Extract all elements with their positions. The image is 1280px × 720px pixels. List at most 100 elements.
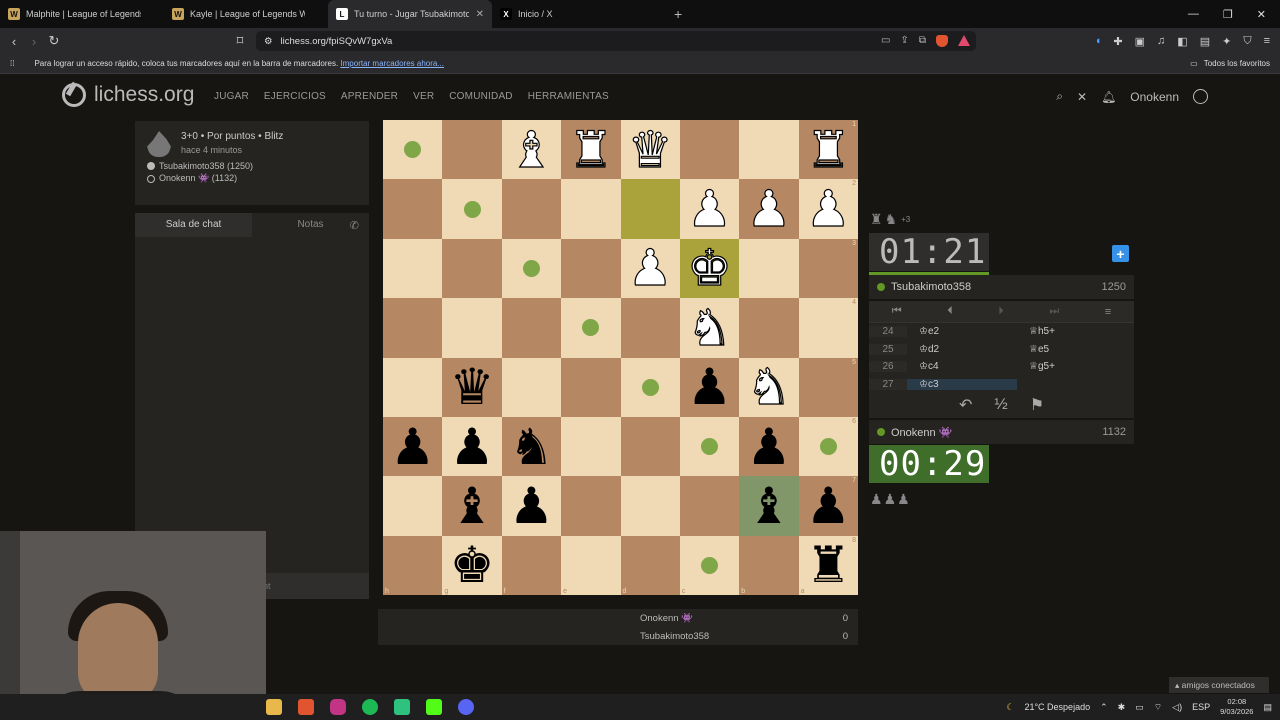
- board-square[interactable]: ♟ 7: [798, 476, 858, 536]
- board-square[interactable]: [561, 298, 621, 358]
- volume-icon[interactable]: ◁): [1172, 702, 1182, 713]
- kick-icon[interactable]: [426, 699, 442, 715]
- chess-board[interactable]: ♝ ♜ ♛ ♜ 1 ♟ ♟ ♟ 2 ♟ ♚ 3 ♞ 4 ♛ ♟ ♞ 5 ♟ ♟ ♞ ♟ 6 ♝ ♟ ♝ ♟ 7 h ♚ g f e d c b ♜ 8 a: [383, 120, 858, 595]
- next-move-icon[interactable]: ⏵: [998, 305, 1004, 318]
- black-king-icon[interactable]: ♚: [450, 540, 495, 590]
- board-square[interactable]: f: [501, 535, 562, 595]
- all-bookmarks-button[interactable]: ▭ Todos los favoritos: [1190, 59, 1270, 68]
- white-knight-icon[interactable]: ♞: [687, 302, 733, 353]
- minimize-icon[interactable]: —: [1188, 8, 1199, 20]
- black-player[interactable]: Onokenn 👾 (1132): [159, 173, 237, 184]
- board-square[interactable]: [383, 476, 443, 536]
- board-square[interactable]: ♟: [501, 476, 562, 536]
- add-time-button[interactable]: +: [1112, 245, 1129, 262]
- legal-move-dot[interactable]: [701, 556, 719, 574]
- brave-shield-icon[interactable]: [936, 35, 948, 47]
- screenshot-icon[interactable]: ▣: [1135, 35, 1145, 48]
- board-square[interactable]: [383, 238, 443, 299]
- white-queen-icon[interactable]: ♛: [627, 124, 673, 175]
- board-square[interactable]: c: [679, 535, 740, 595]
- avatar[interactable]: [1193, 89, 1208, 104]
- last-move-icon[interactable]: ⏭: [1049, 305, 1059, 318]
- move-menu-icon[interactable]: ≡: [1105, 306, 1111, 318]
- import-bookmarks-link[interactable]: Importar marcadores ahora...: [340, 59, 444, 68]
- first-move-icon[interactable]: ⏮: [892, 305, 902, 318]
- site-logo[interactable]: lichess.org: [62, 83, 194, 107]
- cross-icon[interactable]: ✕: [1077, 90, 1087, 104]
- bookmark-icon[interactable]: ⌑: [230, 33, 250, 49]
- board-square[interactable]: [561, 416, 621, 477]
- username[interactable]: Onokenn: [1130, 90, 1179, 104]
- white-pawn-icon[interactable]: ♟: [627, 243, 673, 294]
- board-square[interactable]: ♞: [501, 416, 562, 477]
- board-square[interactable]: [561, 476, 621, 536]
- black-move[interactable]: ♕g5+: [1017, 361, 1127, 372]
- board-square[interactable]: [620, 416, 680, 477]
- legal-move-dot[interactable]: [819, 438, 837, 456]
- black-bishop-icon[interactable]: ♝: [450, 481, 495, 531]
- search-icon[interactable]: ⌕: [1056, 89, 1063, 104]
- resign-flag-button[interactable]: ⚑: [1030, 395, 1044, 415]
- white-rook-icon[interactable]: ♜: [805, 124, 851, 175]
- browser-tab[interactable]: W Kayle | League of Legends Wiki: [164, 0, 328, 28]
- legal-move-dot[interactable]: [582, 319, 600, 337]
- board-square[interactable]: [383, 298, 443, 358]
- spotify-icon[interactable]: [362, 699, 378, 715]
- restore-icon[interactable]: ❐: [1223, 8, 1233, 21]
- leo-icon[interactable]: ✦: [1222, 35, 1231, 48]
- reload-icon[interactable]: ↻: [44, 33, 64, 49]
- close-window-icon[interactable]: ✕: [1257, 8, 1266, 21]
- black-pawn-icon[interactable]: ♟: [390, 422, 435, 472]
- site-info-icon[interactable]: ⚙: [264, 36, 273, 47]
- white-move[interactable]: ♔c3: [907, 378, 1017, 390]
- board-square[interactable]: ♛: [442, 357, 502, 417]
- tab-chat[interactable]: Sala de chat: [135, 213, 252, 237]
- board-square[interactable]: ♟: [442, 416, 502, 477]
- prev-move-icon[interactable]: ⏴: [947, 305, 953, 318]
- black-move[interactable]: ♕h5+: [1017, 326, 1127, 337]
- offer-draw-button[interactable]: ½: [994, 396, 1007, 414]
- board-square[interactable]: ♜: [561, 120, 621, 180]
- board-square[interactable]: ♟: [739, 179, 799, 239]
- phone-icon[interactable]: ✆: [350, 219, 359, 232]
- board-square[interactable]: [442, 120, 502, 180]
- board-square[interactable]: b: [739, 535, 799, 595]
- install-icon[interactable]: ▭: [881, 35, 890, 47]
- board-square[interactable]: 5: [798, 357, 858, 417]
- board-square[interactable]: ♟: [679, 357, 740, 417]
- black-pawn-icon[interactable]: ♟: [509, 481, 554, 531]
- board-square[interactable]: ♚ g: [442, 535, 502, 595]
- white-move[interactable]: ♔e2: [907, 326, 1017, 337]
- legal-move-dot[interactable]: [641, 378, 659, 396]
- board-square[interactable]: [442, 238, 502, 299]
- white-move[interactable]: ♔d2: [907, 344, 1017, 355]
- white-knight-icon[interactable]: ♞: [746, 362, 792, 413]
- brave-rewards-icon[interactable]: [958, 35, 970, 46]
- opponent-name[interactable]: Tsubakimoto358: [891, 281, 971, 293]
- instagram-icon[interactable]: [330, 699, 346, 715]
- address-bar[interactable]: ⚙ lichess.org/fpiSQvW7gxVa ▭ ⇪ ⧉: [256, 31, 976, 51]
- browser-tab[interactable]: W Malphite | League of Legends Wiki: [0, 0, 164, 28]
- board-square[interactable]: ♚: [679, 238, 740, 299]
- board-square[interactable]: ♝: [501, 120, 562, 180]
- board-square[interactable]: ♟: [620, 238, 680, 299]
- share-icon[interactable]: ⇪: [900, 35, 908, 47]
- board-square[interactable]: 6: [798, 416, 858, 477]
- bell-icon[interactable]: 🔔︎: [1101, 90, 1116, 104]
- sidebar-icon[interactable]: ◧: [1177, 35, 1187, 48]
- browser-tab[interactable]: L Tu turno - Jugar Tsubakimoto ✕: [328, 0, 492, 28]
- board-square[interactable]: ♞: [679, 298, 740, 358]
- board-square[interactable]: [679, 120, 740, 180]
- white-bishop-icon[interactable]: ♝: [508, 124, 554, 175]
- board-square[interactable]: ♛: [620, 120, 680, 180]
- board-square[interactable]: [501, 238, 562, 299]
- white-king-icon[interactable]: ♚: [687, 243, 733, 294]
- board-square[interactable]: [620, 476, 680, 536]
- board-square[interactable]: ♜ 8 a: [798, 535, 858, 595]
- board-square[interactable]: ♝: [442, 476, 502, 536]
- board-square[interactable]: ♟: [679, 179, 740, 239]
- legal-move-dot[interactable]: [463, 200, 481, 218]
- board-square[interactable]: h: [383, 535, 443, 595]
- nav-item-herramientas[interactable]: HERRAMIENTAS: [528, 91, 609, 102]
- link-icon[interactable]: ⧉: [919, 35, 926, 47]
